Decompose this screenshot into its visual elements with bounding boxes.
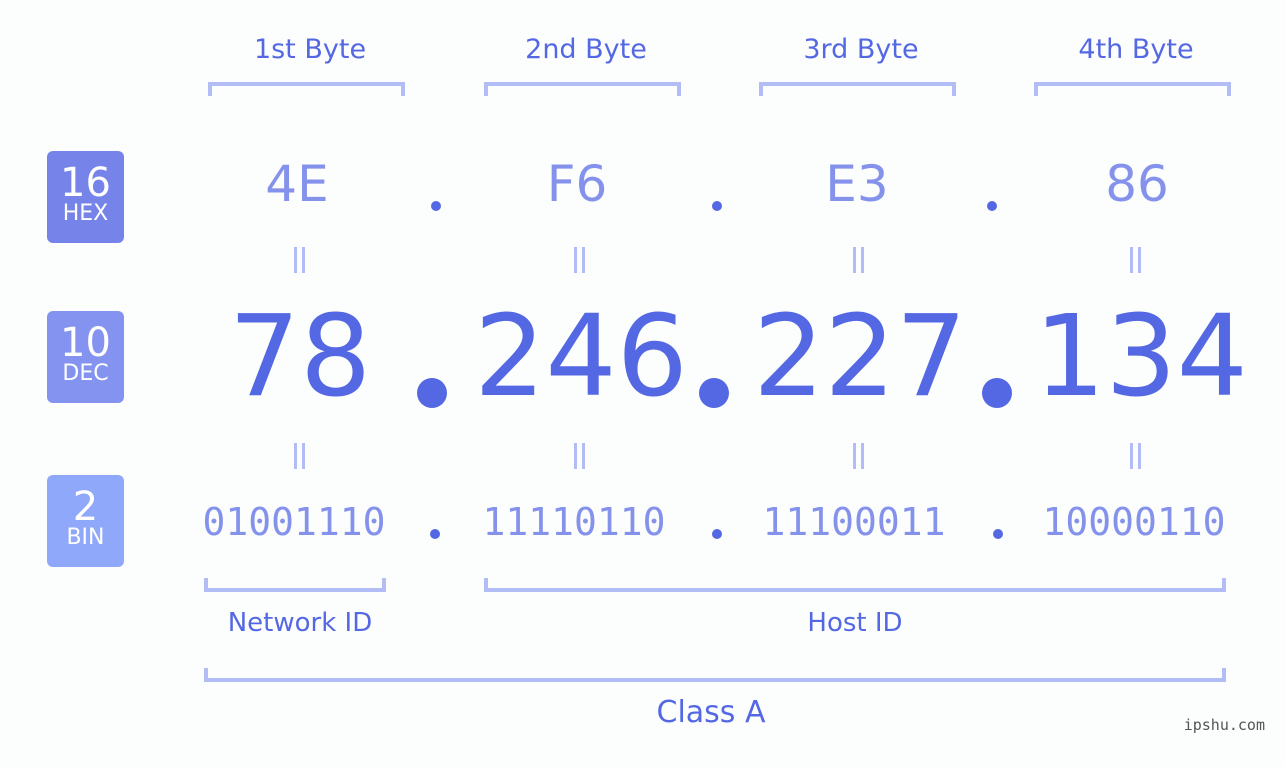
class-label: Class A [656, 695, 766, 730]
equals-sign [572, 443, 586, 469]
bin-badge-label: BIN [66, 525, 105, 550]
byte-header-3: 3rd Byte [803, 34, 919, 65]
hex-dot-1 [431, 201, 441, 211]
equals-sign [851, 443, 865, 469]
byte-header-2: 2nd Byte [525, 34, 647, 65]
bin-badge-base: 2 [72, 484, 99, 530]
byte-header-4: 4th Byte [1078, 34, 1194, 65]
network-id-bracket [204, 578, 386, 592]
hex-badge-base: 16 [60, 160, 111, 206]
equals-sign [292, 247, 306, 273]
equals-sign [1128, 443, 1142, 469]
equals-sign [292, 443, 306, 469]
dec-dot-2 [699, 378, 729, 408]
equals-sign [572, 247, 586, 273]
equals-sign [1128, 247, 1142, 273]
byte-bracket-4 [1034, 82, 1231, 96]
bin-dot-3 [993, 529, 1003, 539]
host-id-label: Host ID [807, 608, 903, 638]
dec-badge: 10 DEC [47, 311, 124, 403]
watermark: ipshu.com [1183, 716, 1265, 734]
hex-badge-label: HEX [62, 201, 109, 226]
hex-badge: 16 HEX [47, 151, 124, 243]
equals-sign [851, 247, 865, 273]
hex-dot-3 [987, 201, 997, 211]
byte-bracket-3 [759, 82, 956, 96]
dec-byte-2: 246 [474, 292, 688, 422]
bin-byte-4: 10000110 [1042, 500, 1226, 544]
hex-dot-2 [712, 201, 722, 211]
byte-header-1: 1st Byte [253, 34, 367, 65]
hex-byte-2: F6 [546, 155, 608, 213]
bin-byte-2: 11110110 [482, 500, 666, 544]
dec-byte-1: 78 [228, 292, 372, 422]
byte-bracket-1 [208, 82, 405, 96]
host-id-bracket [484, 578, 1226, 592]
hex-byte-4: 86 [1105, 155, 1169, 213]
dec-badge-base: 10 [60, 320, 111, 366]
network-id-label: Network ID [227, 608, 373, 638]
bin-dot-1 [430, 529, 440, 539]
dec-byte-3: 227 [753, 292, 967, 422]
dec-dot-1 [417, 378, 447, 408]
bin-byte-3: 11100011 [762, 500, 946, 544]
hex-byte-3: E3 [825, 155, 889, 213]
dec-badge-label: DEC [62, 361, 109, 386]
byte-bracket-2 [484, 82, 681, 96]
dec-dot-3 [982, 378, 1012, 408]
hex-byte-1: 4E [265, 155, 329, 213]
bin-dot-2 [712, 529, 722, 539]
dec-byte-4: 134 [1034, 292, 1248, 422]
class-bracket [204, 668, 1226, 682]
bin-badge: 2 BIN [47, 475, 124, 567]
bin-byte-1: 01001110 [202, 500, 386, 544]
